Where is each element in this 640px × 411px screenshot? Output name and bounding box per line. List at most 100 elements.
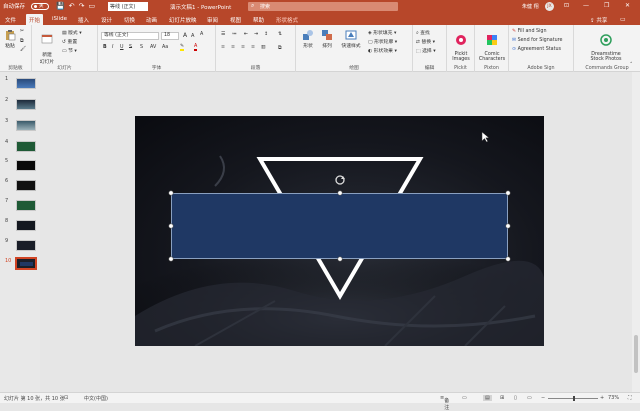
highlight-icon[interactable]: ✎ xyxy=(180,44,185,51)
arrange-button[interactable]: 排列 xyxy=(318,29,336,49)
paste-button[interactable]: 粘贴 xyxy=(3,29,17,49)
fit-slide-icon[interactable]: ⛶ xyxy=(628,395,632,401)
find-button[interactable]: ⌕ 查找 xyxy=(416,29,430,36)
notes-button[interactable]: ≡ 备注 xyxy=(440,395,449,411)
slide-thumbnail[interactable] xyxy=(16,180,36,191)
normal-view-icon[interactable]: ▤ xyxy=(483,395,492,401)
search-input[interactable]: ⌕ 搜索 xyxy=(248,2,398,11)
slide-thumbnail[interactable] xyxy=(16,120,36,131)
undo-icon[interactable]: ↶ xyxy=(69,2,79,10)
bold-button[interactable]: B xyxy=(103,45,107,50)
replace-button[interactable]: ⇄ 替换 ▾ xyxy=(416,38,435,45)
ribbon-display-icon[interactable]: ⊡ xyxy=(564,2,569,9)
minimize-button[interactable]: — xyxy=(583,2,589,9)
numbering-icon[interactable]: ≔ xyxy=(232,32,237,37)
tab-view[interactable]: 视图 xyxy=(230,16,241,24)
justify-icon[interactable]: ≡ xyxy=(251,45,255,50)
smartart-icon[interactable]: ⧉ xyxy=(278,45,281,51)
agreement-status-button[interactable]: ⊙ Agreement Status xyxy=(512,47,561,52)
font-size-dropdown[interactable]: 18 xyxy=(161,32,179,40)
font-color-button[interactable]: A xyxy=(194,44,198,51)
line-spacing-icon[interactable]: ↕ xyxy=(264,32,268,37)
shadow-icon[interactable]: S xyxy=(140,45,143,50)
slide-thumbnail[interactable] xyxy=(16,160,36,171)
format-painter-icon[interactable]: 🖌 xyxy=(20,47,26,52)
bullets-icon[interactable]: ☰ xyxy=(221,32,225,37)
fill-sign-button[interactable]: ✎ Fill and Sign xyxy=(512,29,547,34)
save-icon[interactable]: 💾 xyxy=(56,2,69,10)
char-spacing-icon[interactable]: AV xyxy=(150,45,156,50)
font-name-dropdown[interactable]: 等线 (正文) xyxy=(101,32,159,40)
slide-thumbnail[interactable] xyxy=(16,240,36,251)
comments-status-icon[interactable]: ▭ xyxy=(462,395,467,401)
tab-slideshow[interactable]: 幻灯片放映 xyxy=(169,16,197,24)
slide-thumbnail[interactable] xyxy=(16,200,36,211)
cut-icon[interactable]: ✂ xyxy=(20,29,24,34)
share-button[interactable]: ⇪ 共享 xyxy=(590,16,607,24)
tab-help[interactable]: 帮助 xyxy=(253,16,264,24)
language-indicator[interactable]: 中文(中国) xyxy=(84,395,108,402)
strikethrough-button[interactable]: S xyxy=(129,45,132,50)
italic-button[interactable]: I xyxy=(112,45,113,50)
grow-font-button[interactable]: A xyxy=(183,32,187,39)
slideshow-view-icon[interactable]: ▭ xyxy=(527,395,532,401)
align-left-icon[interactable]: ≡ xyxy=(221,45,225,50)
redo-icon[interactable]: ↷ xyxy=(79,2,89,10)
close-button[interactable]: ✕ xyxy=(625,2,630,9)
zoom-in-icon[interactable]: + xyxy=(600,395,604,401)
shape-fill-button[interactable]: ◈ 形状填充 ▾ xyxy=(368,29,396,36)
section-button[interactable]: ▭ 节 ▾ xyxy=(62,47,77,54)
slide-thumbnail-selected[interactable] xyxy=(15,257,37,270)
clear-format-button[interactable]: A xyxy=(200,32,203,37)
scrollbar-thumb[interactable] xyxy=(634,335,638,373)
slide-thumbnail[interactable] xyxy=(16,99,36,110)
shape-outline-button[interactable]: ▢ 形状轮廓 ▾ xyxy=(368,38,397,45)
reset-button[interactable]: ↺ 重置 xyxy=(62,38,77,45)
selected-rectangle[interactable] xyxy=(171,193,508,259)
select-button[interactable]: ⬚ 选择 ▾ xyxy=(416,47,436,54)
tab-home[interactable]: 开始 xyxy=(26,14,44,25)
tab-insert[interactable]: 插入 xyxy=(78,16,89,24)
shape-effects-button[interactable]: ◐ 形状效果 ▾ xyxy=(368,47,397,54)
change-case-icon[interactable]: Aa xyxy=(162,45,168,50)
copy-icon[interactable]: ⧉ xyxy=(20,38,23,44)
dreamstime-button[interactable]: Dreamstime Stock Photos xyxy=(578,29,634,62)
tab-file[interactable]: 文件 xyxy=(5,16,16,24)
shrink-font-button[interactable]: A xyxy=(191,33,194,39)
underline-button[interactable]: U xyxy=(120,45,124,50)
new-slide-button[interactable]: 新建 幻灯片 xyxy=(35,28,59,65)
send-signature-button[interactable]: ✉ Send for Signature xyxy=(512,38,562,43)
autosave-toggle[interactable]: 关 xyxy=(31,3,49,10)
quick-styles-button[interactable]: 快速样式 xyxy=(338,29,364,49)
tab-review[interactable]: 审阅 xyxy=(207,16,218,24)
comic-characters-button[interactable]: Comic Characters xyxy=(477,29,507,62)
slide-sorter-icon[interactable]: ⊞ xyxy=(500,395,504,401)
columns-icon[interactable]: ▥ xyxy=(261,45,266,50)
tab-islide[interactable]: iSlide xyxy=(52,16,67,22)
user-name[interactable]: 朱健 翔 xyxy=(522,3,539,10)
align-right-icon[interactable]: ≡ xyxy=(241,45,245,50)
qat-font-dropdown[interactable]: 等线 (正文) xyxy=(108,2,148,11)
slide-thumbnail[interactable] xyxy=(16,141,36,152)
restore-button[interactable]: ❐ xyxy=(604,2,609,9)
pickit-images-button[interactable]: Pickit Images xyxy=(449,29,473,62)
collapse-ribbon-icon[interactable]: ˄ xyxy=(630,63,632,68)
tab-transitions[interactable]: 切换 xyxy=(124,16,135,24)
reading-view-icon[interactable]: ▯ xyxy=(514,395,517,401)
decrease-indent-icon[interactable]: ⇤ xyxy=(244,32,248,37)
tab-animations[interactable]: 动画 xyxy=(146,16,157,24)
tab-design[interactable]: 设计 xyxy=(101,16,112,24)
zoom-out-icon[interactable]: − xyxy=(541,395,545,401)
shapes-button[interactable]: 形状 xyxy=(299,29,317,49)
avatar[interactable]: JX xyxy=(545,2,554,11)
slide-thumbnail[interactable] xyxy=(16,78,36,89)
zoom-level[interactable]: 73% xyxy=(608,395,619,401)
text-direction-icon[interactable]: ⇅ xyxy=(278,32,282,37)
slide-thumbnail[interactable] xyxy=(16,220,36,231)
accessibility-icon[interactable]: ⊡ xyxy=(64,395,68,401)
comments-icon[interactable]: ▭ xyxy=(620,16,626,23)
layout-button[interactable]: ▤ 版式 ▾ xyxy=(62,29,82,36)
align-center-icon[interactable]: ≡ xyxy=(231,45,235,50)
increase-indent-icon[interactable]: ⇥ xyxy=(254,32,258,37)
tab-shape-format[interactable]: 形状格式 xyxy=(276,16,298,24)
